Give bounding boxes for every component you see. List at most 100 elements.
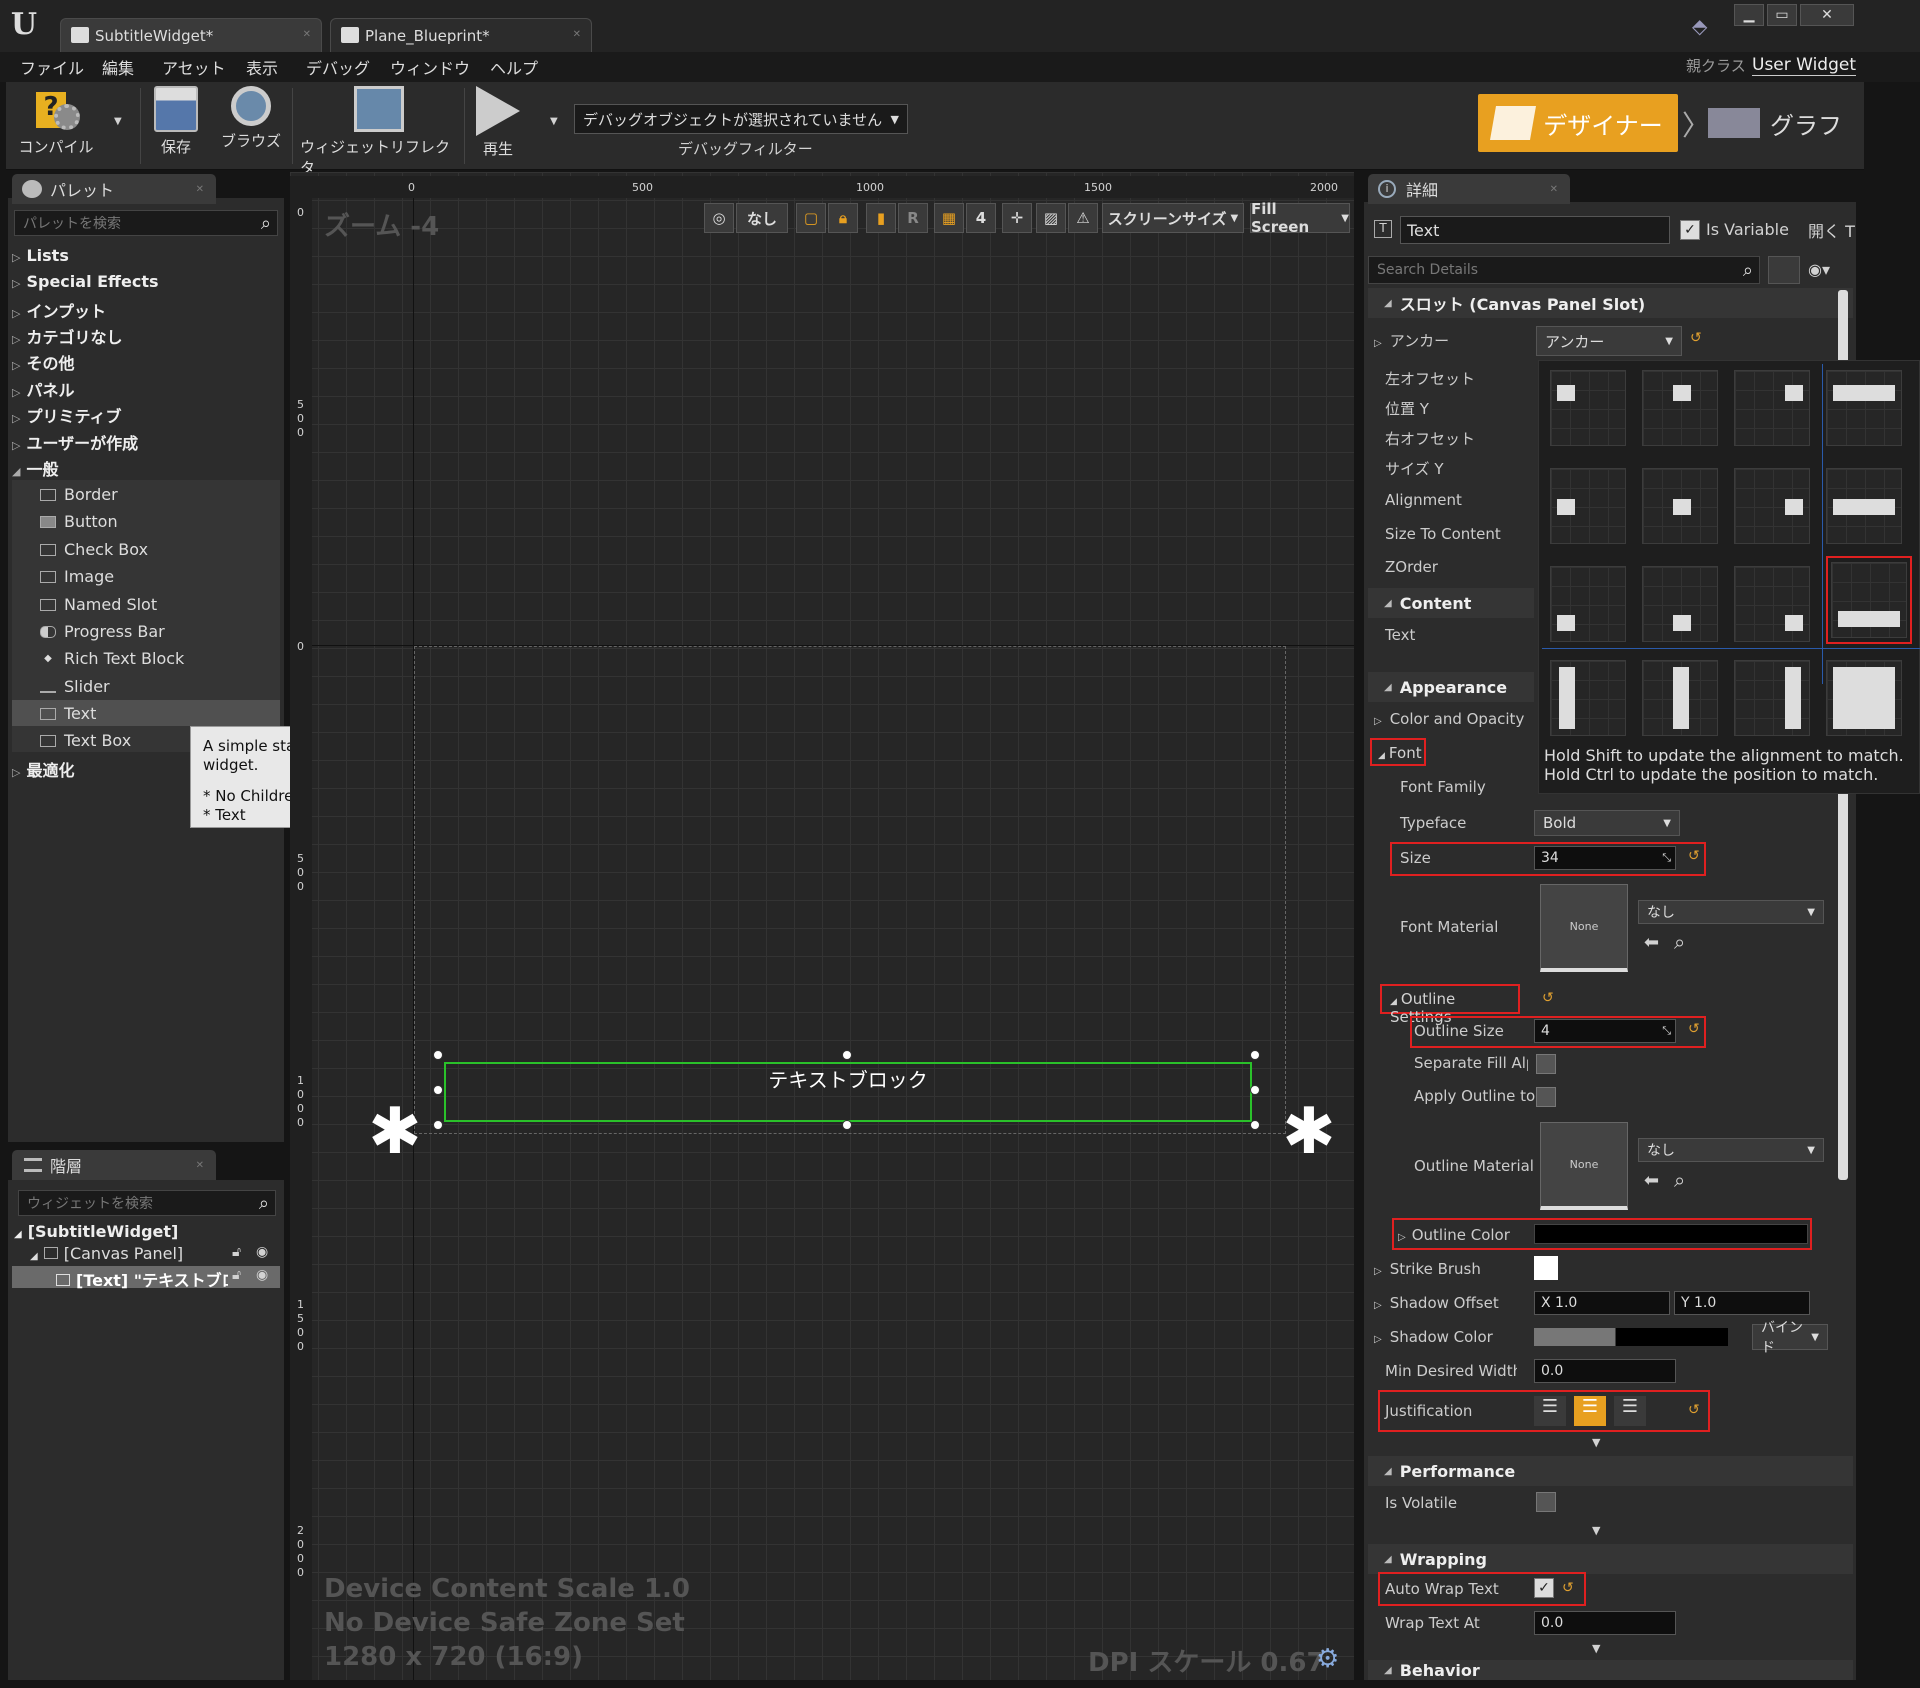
- play-options-arrow[interactable]: ▼: [550, 116, 558, 127]
- anchor-middle-stretch[interactable]: [1826, 468, 1902, 544]
- palette-category[interactable]: Lists: [12, 246, 68, 265]
- resize-handle[interactable]: [1250, 1120, 1260, 1130]
- expand-advanced-icon[interactable]: ▼: [1592, 1524, 1600, 1537]
- lock-toggle-icon[interactable]: 🔒︎: [828, 203, 858, 233]
- anchor-flower-icon[interactable]: ✱: [368, 1100, 422, 1164]
- expand-advanced-icon[interactable]: ▼: [1592, 1642, 1600, 1655]
- anchor-flower-icon[interactable]: ✱: [1282, 1100, 1336, 1164]
- shadow-offset-label[interactable]: ▷ Shadow Offset: [1374, 1294, 1499, 1312]
- menu-window[interactable]: ウィンドウ: [390, 55, 470, 79]
- palette-category[interactable]: カテゴリなし: [12, 324, 122, 348]
- debug-object-dropdown[interactable]: デバッグオブジェクトが選択されていません ▼: [574, 104, 908, 134]
- palette-item-border[interactable]: Border: [40, 485, 118, 504]
- anchor-label[interactable]: ▷ アンカー: [1374, 330, 1449, 351]
- font-material-thumbnail[interactable]: None: [1540, 884, 1628, 972]
- strike-brush-swatch[interactable]: [1534, 1256, 1558, 1280]
- menu-help[interactable]: ヘルプ: [490, 55, 538, 79]
- align-center-icon[interactable]: ☰: [1574, 1396, 1606, 1426]
- typeface-dropdown[interactable]: Bold ▼: [1534, 810, 1680, 836]
- menu-edit[interactable]: 編集: [102, 55, 134, 79]
- font-group-label[interactable]: ◢ Font: [1370, 738, 1426, 766]
- menu-file[interactable]: ファイル: [20, 55, 84, 79]
- content-section-header[interactable]: Content: [1368, 588, 1534, 618]
- size-input[interactable]: 34 ⤡: [1534, 846, 1676, 870]
- tab-palette[interactable]: パレット ✕: [12, 174, 216, 204]
- outline-color-label[interactable]: ▷ Outline Color: [1398, 1226, 1510, 1244]
- anchor-middle-left[interactable]: [1550, 468, 1626, 544]
- outline-settings-label[interactable]: ◢ Outline Settings: [1380, 984, 1520, 1026]
- wrapping-section-header[interactable]: Wrapping: [1368, 1544, 1853, 1574]
- shadow-color-label[interactable]: ▷ Shadow Color: [1374, 1328, 1493, 1346]
- anchor-fill[interactable]: [1826, 660, 1902, 736]
- reset-icon[interactable]: ↺: [1688, 848, 1700, 864]
- resize-handle[interactable]: [433, 1120, 443, 1130]
- eye-icon[interactable]: ◉▾: [1808, 260, 1830, 279]
- anchor-bottom-center[interactable]: [1642, 566, 1718, 642]
- palette-category[interactable]: 最適化: [12, 757, 74, 781]
- compile-button[interactable]: ? コンパイル: [16, 86, 96, 157]
- outline-size-input[interactable]: 4 ⤡: [1534, 1019, 1676, 1043]
- parent-class-link[interactable]: User Widget: [1752, 55, 1857, 76]
- anchor-bottom-stretch[interactable]: [1831, 562, 1907, 638]
- palette-item-image[interactable]: Image: [40, 567, 114, 586]
- anchor-right-vstretch[interactable]: [1734, 660, 1810, 736]
- eye-icon[interactable]: ◉: [256, 1267, 268, 1283]
- anchor-dropdown[interactable]: アンカー ▼: [1536, 326, 1682, 356]
- tab-hierarchy[interactable]: 階層 ✕: [12, 1150, 216, 1180]
- performance-section-header[interactable]: Performance: [1368, 1456, 1853, 1486]
- font-material-dropdown[interactable]: なし ▼: [1638, 900, 1824, 924]
- tab-plane-blueprint[interactable]: Plane_Blueprint* ✕: [330, 18, 592, 52]
- tree-canvas-panel[interactable]: ◢ [Canvas Panel]: [30, 1244, 183, 1263]
- anchor-bottom-right[interactable]: [1734, 566, 1810, 642]
- palette-category[interactable]: その他: [12, 350, 74, 374]
- close-window-button[interactable]: ✕: [1800, 4, 1854, 26]
- reset-icon[interactable]: ↺: [1690, 330, 1702, 346]
- property-matrix-icon[interactable]: [1768, 256, 1800, 284]
- palette-category[interactable]: パネル: [12, 377, 74, 401]
- eye-icon[interactable]: ◉: [256, 1244, 268, 1260]
- palette-item-slider[interactable]: Slider: [40, 677, 110, 696]
- browse-icon[interactable]: ⌕: [1674, 930, 1685, 954]
- none-dropdown[interactable]: なし: [736, 203, 788, 233]
- graph-mode-button[interactable]: グラフ: [1708, 94, 1842, 152]
- separate-fill-checkbox[interactable]: [1536, 1054, 1556, 1074]
- align-right-icon[interactable]: ☰: [1614, 1396, 1646, 1426]
- browse-icon[interactable]: ⌕: [1674, 1168, 1685, 1192]
- play-button[interactable]: 再生: [470, 86, 526, 159]
- outline-toggle-icon[interactable]: ▢: [796, 203, 826, 233]
- behavior-section-header[interactable]: Behavior: [1368, 1660, 1853, 1680]
- palette-category[interactable]: ユーザーが作成: [12, 430, 138, 454]
- browse-button[interactable]: ブラウズ: [218, 86, 284, 151]
- resize-handle[interactable]: [842, 1120, 852, 1130]
- is-volatile-checkbox[interactable]: [1536, 1492, 1556, 1512]
- shadow-offset-x-input[interactable]: X 1.0: [1534, 1291, 1670, 1315]
- tree-text-item[interactable]: [Text] "テキストブロ: [56, 1267, 228, 1291]
- gear-icon[interactable]: ⚙: [1316, 1644, 1339, 1674]
- details-search-input[interactable]: Search Details ⌕: [1368, 256, 1760, 284]
- anchor-top-stretch[interactable]: [1826, 370, 1902, 446]
- tree-root[interactable]: ◢ [SubtitleWidget]: [14, 1222, 178, 1241]
- maximize-button[interactable]: ▭: [1767, 4, 1797, 26]
- anchor-center-vstretch[interactable]: [1642, 660, 1718, 736]
- hierarchy-search-input[interactable]: ウィジェットを検索 ⌕: [18, 1190, 276, 1216]
- warning-icon[interactable]: ⚠: [1068, 203, 1098, 233]
- widget-reflector-button[interactable]: ウィジェットリフレクタ: [300, 86, 458, 178]
- resize-handle[interactable]: [842, 1050, 852, 1060]
- slot-section-header[interactable]: スロット (Canvas Panel Slot): [1368, 288, 1853, 318]
- shadow-color-swatch[interactable]: [1534, 1328, 1728, 1346]
- grid-size-dropdown[interactable]: 4: [966, 203, 996, 233]
- alignment-label[interactable]: Alignment: [1385, 491, 1462, 509]
- is-variable-checkbox[interactable]: ✓: [1680, 220, 1700, 240]
- minimize-button[interactable]: ▁: [1734, 4, 1764, 26]
- globe-button[interactable]: ◎: [704, 203, 734, 233]
- auto-wrap-checkbox[interactable]: ✓: [1534, 1578, 1554, 1598]
- palette-item-named-slot[interactable]: Named Slot: [40, 595, 157, 614]
- close-tab-icon[interactable]: ✕: [303, 29, 311, 40]
- anchor-left-vstretch[interactable]: [1550, 660, 1626, 736]
- resize-handle[interactable]: [1250, 1050, 1260, 1060]
- expand-advanced-icon[interactable]: ▼: [1592, 1436, 1600, 1449]
- r-button[interactable]: R: [898, 203, 928, 233]
- palette-item-rich-text-block[interactable]: ◆ Rich Text Block: [40, 649, 184, 668]
- fill-screen-dropdown[interactable]: Fill Screen ▼: [1250, 200, 1350, 236]
- tab-details[interactable]: i 詳細 ✕: [1368, 174, 1570, 204]
